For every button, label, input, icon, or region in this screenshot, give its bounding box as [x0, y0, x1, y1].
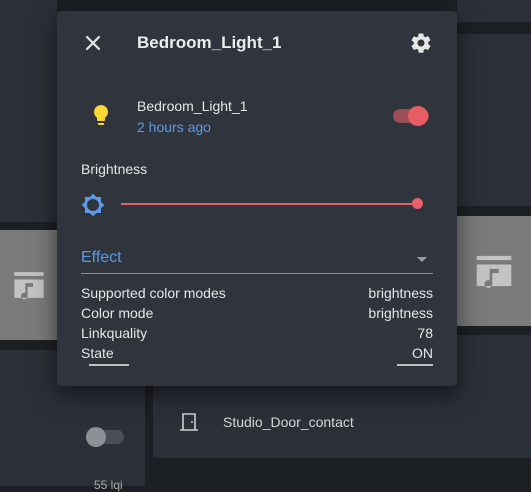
entity-name: Bedroom_Light_1 [137, 98, 248, 114]
bg-toggle-switch[interactable] [86, 427, 124, 447]
attribute-row-clipped [81, 364, 433, 366]
attributes-list: Supported color modes brightness Color m… [81, 283, 433, 363]
attribute-key: Linkquality [81, 325, 148, 341]
door-contact-row[interactable]: Studio_Door_contact [153, 386, 531, 458]
bg-card-right-lower [457, 335, 531, 386]
bg-lqi-value: 55 lqi [94, 478, 123, 492]
bg-card-right-top [457, 0, 531, 22]
door-contact-label: Studio_Door_contact [223, 414, 354, 430]
bg-media-thumbnail-right [457, 216, 531, 326]
clipped-text-fragment [397, 364, 433, 366]
attribute-value: brightness [368, 285, 433, 301]
chevron-down-icon [417, 257, 427, 262]
attribute-key: Color mode [81, 305, 154, 321]
settings-button[interactable] [409, 31, 433, 55]
gear-icon [411, 33, 431, 53]
attribute-key: State [81, 345, 114, 361]
attribute-row: Supported color modes brightness [81, 283, 433, 303]
bg-card-left-top [0, 0, 57, 222]
brightness-slider[interactable] [121, 203, 417, 205]
brightness-slider-thumb[interactable] [412, 198, 423, 209]
attribute-value: brightness [368, 305, 433, 321]
effect-label: Effect [81, 249, 122, 266]
door-icon [180, 413, 198, 431]
clipped-text-fragment [89, 364, 129, 366]
lightbulb-icon [94, 105, 108, 125]
light-toggle[interactable] [393, 106, 429, 126]
attribute-value: ON [412, 345, 433, 361]
attribute-row: Linkquality 78 [81, 323, 433, 343]
dialog-title: Bedroom_Light_1 [137, 33, 282, 52]
toggle-knob [86, 427, 106, 447]
bg-card-right-mid [457, 34, 531, 206]
close-icon [85, 35, 101, 51]
attribute-row: State ON [81, 343, 433, 363]
close-button[interactable] [81, 31, 105, 55]
bg-media-thumbnail-left [0, 230, 57, 340]
effect-select[interactable]: Effect [81, 245, 433, 274]
brightness-label: Brightness [81, 161, 148, 177]
attribute-key: Supported color modes [81, 285, 226, 301]
film-music-icon [13, 272, 44, 300]
last-changed-link[interactable]: 2 hours ago [137, 119, 211, 135]
toggle-knob [408, 106, 428, 126]
more-info-dialog: Bedroom_Light_1 Bedroom_Light_1 2 hours … [57, 11, 457, 386]
attribute-row: Color mode brightness [81, 303, 433, 323]
brightness-icon [81, 193, 105, 217]
attribute-value: 78 [417, 325, 433, 341]
film-music-icon [476, 255, 512, 288]
